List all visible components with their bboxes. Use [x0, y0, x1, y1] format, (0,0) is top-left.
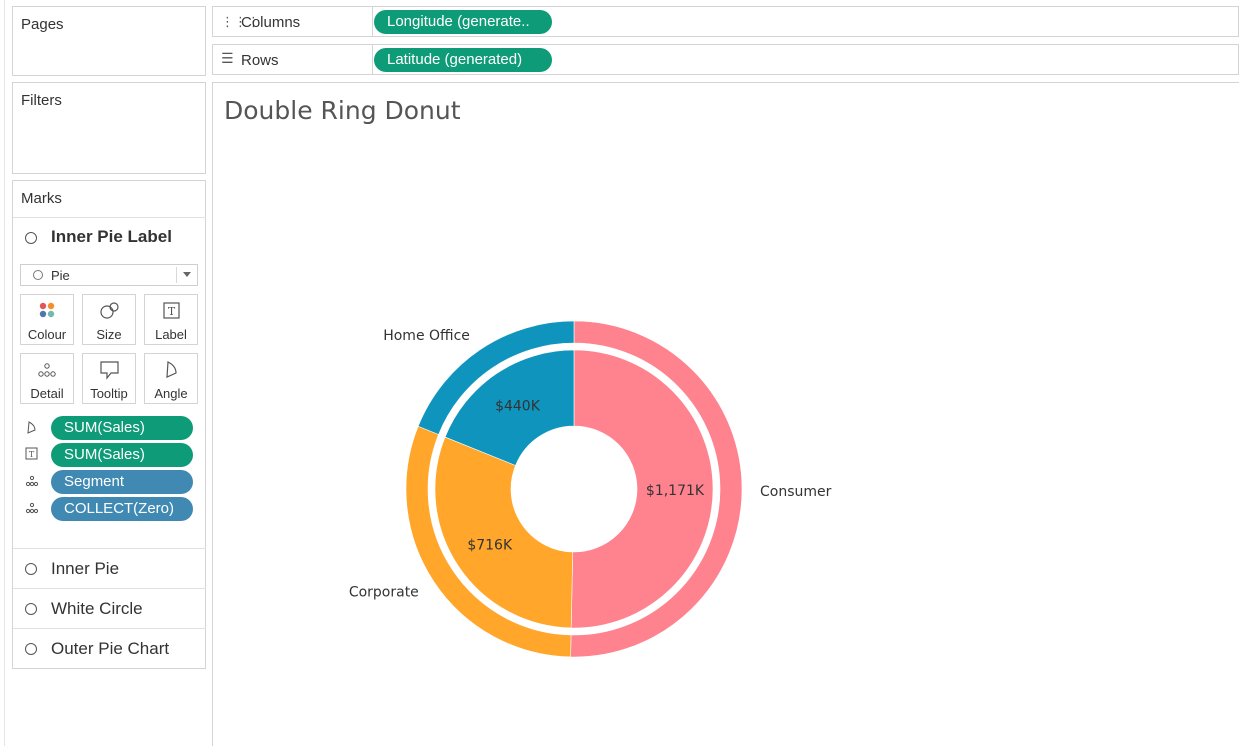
label-label: Label — [155, 327, 187, 342]
tooltip-label: Tooltip — [90, 386, 128, 401]
category-label-home-office: Home Office — [383, 328, 470, 344]
size-button[interactable]: Size — [82, 294, 136, 345]
layer-label: White Circle — [51, 599, 143, 618]
circle-layer-icon — [25, 603, 37, 615]
tooltip-icon — [100, 361, 119, 380]
mark-type-dropdown[interactable]: Pie — [20, 264, 198, 286]
field-pill-label[interactable]: SUM(Sales) — [51, 443, 193, 467]
tooltip-button[interactable]: Tooltip — [82, 353, 136, 404]
active-layer-label: Inner Pie Label — [51, 227, 172, 246]
marks-title: Marks — [21, 190, 62, 207]
columns-label: Columns — [241, 14, 301, 31]
rows-label: Rows — [241, 52, 279, 69]
svg-text:T: T — [29, 450, 35, 459]
pie-layer-icon — [25, 232, 37, 244]
marks-card: Marks Inner Pie Label Pie Colour Size T … — [12, 180, 206, 669]
rows-shelf-header: ☰ Rows — [213, 45, 373, 74]
layer-white-circle[interactable]: White Circle — [13, 588, 206, 628]
angle-label: Angle — [154, 386, 188, 401]
category-label-corporate: Corporate — [349, 585, 419, 601]
label-icon: T — [163, 302, 180, 319]
chevron-down-icon — [183, 272, 191, 277]
filters-title: Filters — [21, 92, 62, 109]
dropdown-separator — [176, 267, 177, 283]
value-label-home-office: $440K — [495, 398, 541, 414]
layer-inner-pie[interactable]: Inner Pie — [13, 548, 206, 588]
label-field-icon: T — [25, 447, 38, 460]
colour-label: Colour — [27, 327, 67, 342]
detail-field-icon — [25, 475, 39, 487]
columns-shelf[interactable]: ⋮⋮⋮ Columns Longitude (generate.. — [212, 6, 1239, 37]
field-pill-angle[interactable]: SUM(Sales) — [51, 416, 193, 440]
colour-icon — [39, 302, 55, 318]
angle-field-icon — [27, 421, 36, 434]
mark-type-value: Pie — [51, 268, 70, 283]
columns-pill[interactable]: Longitude (generate.. — [374, 10, 552, 34]
pie-icon — [33, 270, 43, 280]
pie-layer-icon — [25, 643, 37, 655]
svg-text:T: T — [168, 305, 176, 318]
size-label: Size — [96, 327, 122, 342]
field-pill-collect-zero[interactable]: COLLECT(Zero) — [51, 497, 193, 521]
columns-shelf-header: ⋮⋮⋮ Columns — [213, 7, 373, 36]
detail-field-icon — [25, 502, 39, 514]
double-ring-donut-chart: $1,171K Consumer $716K Corporate $440K Home O… — [349, 320, 832, 658]
layer-outer-pie-chart[interactable]: Outer Pie Chart — [13, 628, 206, 668]
pages-title: Pages — [21, 16, 64, 33]
value-label-corporate: $716K — [467, 538, 513, 554]
active-layer-header[interactable]: Inner Pie Label — [13, 217, 206, 257]
colour-button[interactable]: Colour — [20, 294, 74, 345]
layer-label: Outer Pie Chart — [51, 639, 170, 658]
pages-card[interactable]: Pages — [12, 6, 206, 76]
angle-button[interactable]: Angle — [144, 353, 198, 404]
filters-card[interactable]: Filters — [12, 82, 206, 174]
detail-icon — [38, 363, 56, 377]
pie-layer-icon — [25, 563, 37, 575]
detail-label: Detail — [30, 386, 64, 401]
angle-icon — [166, 361, 177, 378]
size-icon — [100, 302, 119, 319]
value-label-consumer: $1,171K — [646, 483, 705, 499]
layer-label: Inner Pie — [51, 559, 120, 578]
category-label-consumer: Consumer — [760, 484, 832, 500]
label-button[interactable]: T Label — [144, 294, 198, 345]
detail-button[interactable]: Detail — [20, 353, 74, 404]
rows-icon: ☰ — [221, 50, 234, 66]
rows-pill[interactable]: Latitude (generated) — [374, 48, 552, 72]
left-edge-strip — [0, 0, 5, 746]
field-pill-segment[interactable]: Segment — [51, 470, 193, 494]
rows-shelf[interactable]: ☰ Rows Latitude (generated) — [212, 44, 1239, 75]
